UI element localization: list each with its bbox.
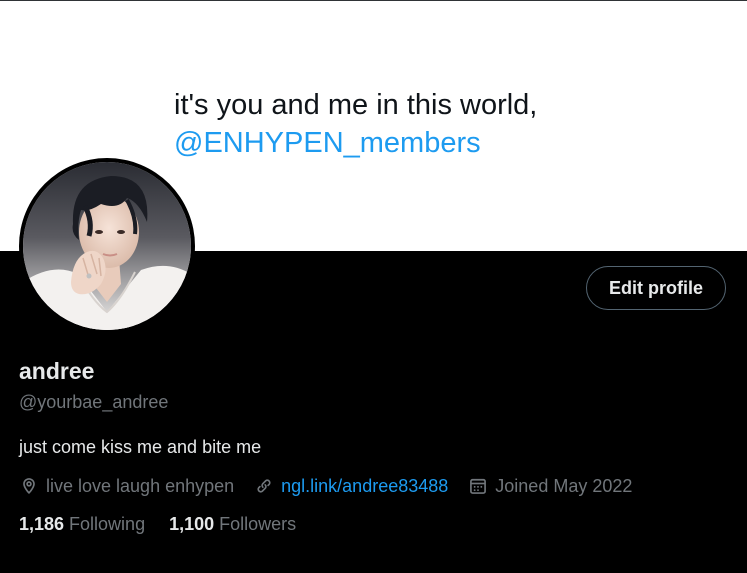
banner-tweet-mention: @ENHYPEN_members — [174, 127, 481, 159]
location-item: live love laugh enhypen — [19, 476, 234, 497]
avatar-portrait-image — [23, 162, 191, 330]
following-label: Following — [69, 514, 146, 534]
location-pin-icon — [23, 478, 35, 494]
calendar-icon — [470, 478, 487, 494]
banner-tweet-line: it's you and me in this world, — [174, 89, 538, 121]
website-link[interactable]: ngl.link/andree83488 — [281, 476, 448, 497]
follow-stats: 1,186 Following 1,100 Followers — [19, 514, 320, 535]
user-handle: @yourbae_andree — [19, 392, 169, 412]
following-link[interactable]: 1,186 Following — [19, 514, 145, 535]
banner-top-border — [0, 0, 747, 1]
followers-count: 1,100 — [169, 514, 215, 534]
avatar-photo — [23, 162, 191, 330]
location-text: live love laugh enhypen — [46, 475, 235, 496]
link-icon — [257, 479, 271, 493]
profile-avatar[interactable] — [19, 158, 195, 334]
joined-item: Joined May 2022 — [468, 476, 632, 497]
banner-tweet-text: it's you and me in this world, @ENHYPEN_… — [174, 86, 537, 162]
display-name: andree — [19, 358, 95, 384]
followers-link[interactable]: 1,100 Followers — [169, 514, 296, 535]
edit-profile-button[interactable]: Edit profile — [586, 266, 726, 310]
profile-meta-row: live love laugh enhypen ngl.link/andree8… — [19, 474, 652, 498]
profile-bio: just come kiss me and bite me — [19, 437, 262, 457]
profile-page: it's you and me in this world, @ENHYPEN_… — [0, 0, 747, 573]
joined-text: Joined May 2022 — [495, 475, 633, 496]
following-count: 1,186 — [19, 514, 65, 534]
website-item: ngl.link/andree83488 — [254, 476, 448, 497]
followers-label: Followers — [219, 514, 297, 534]
